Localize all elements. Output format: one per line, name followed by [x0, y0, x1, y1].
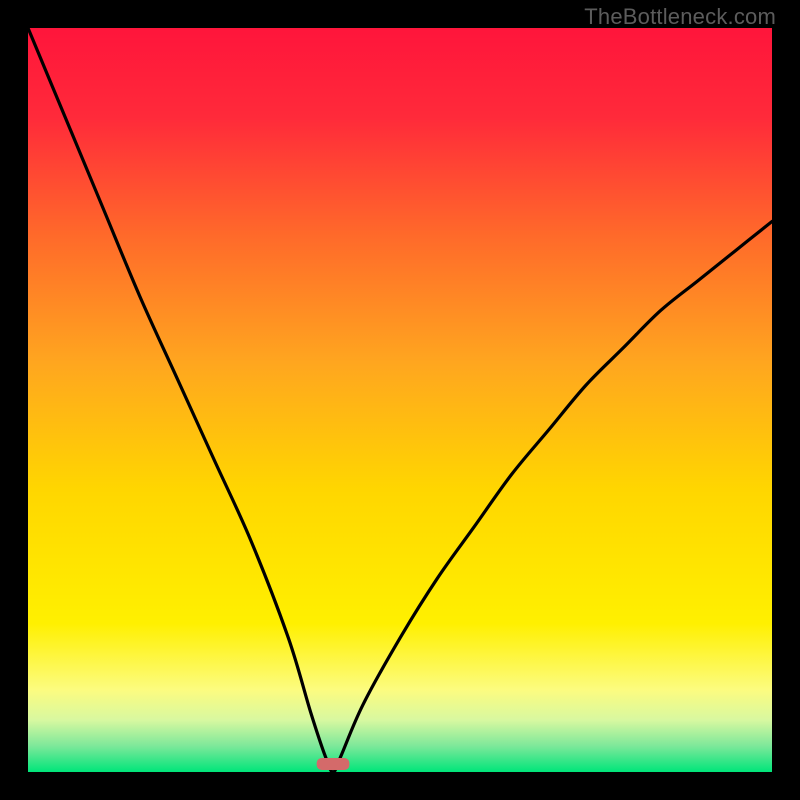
bottleneck-chart	[28, 28, 772, 772]
optimum-marker	[317, 758, 350, 770]
chart-frame	[28, 28, 772, 772]
gradient-background	[28, 28, 772, 772]
watermark-text: TheBottleneck.com	[584, 4, 776, 30]
